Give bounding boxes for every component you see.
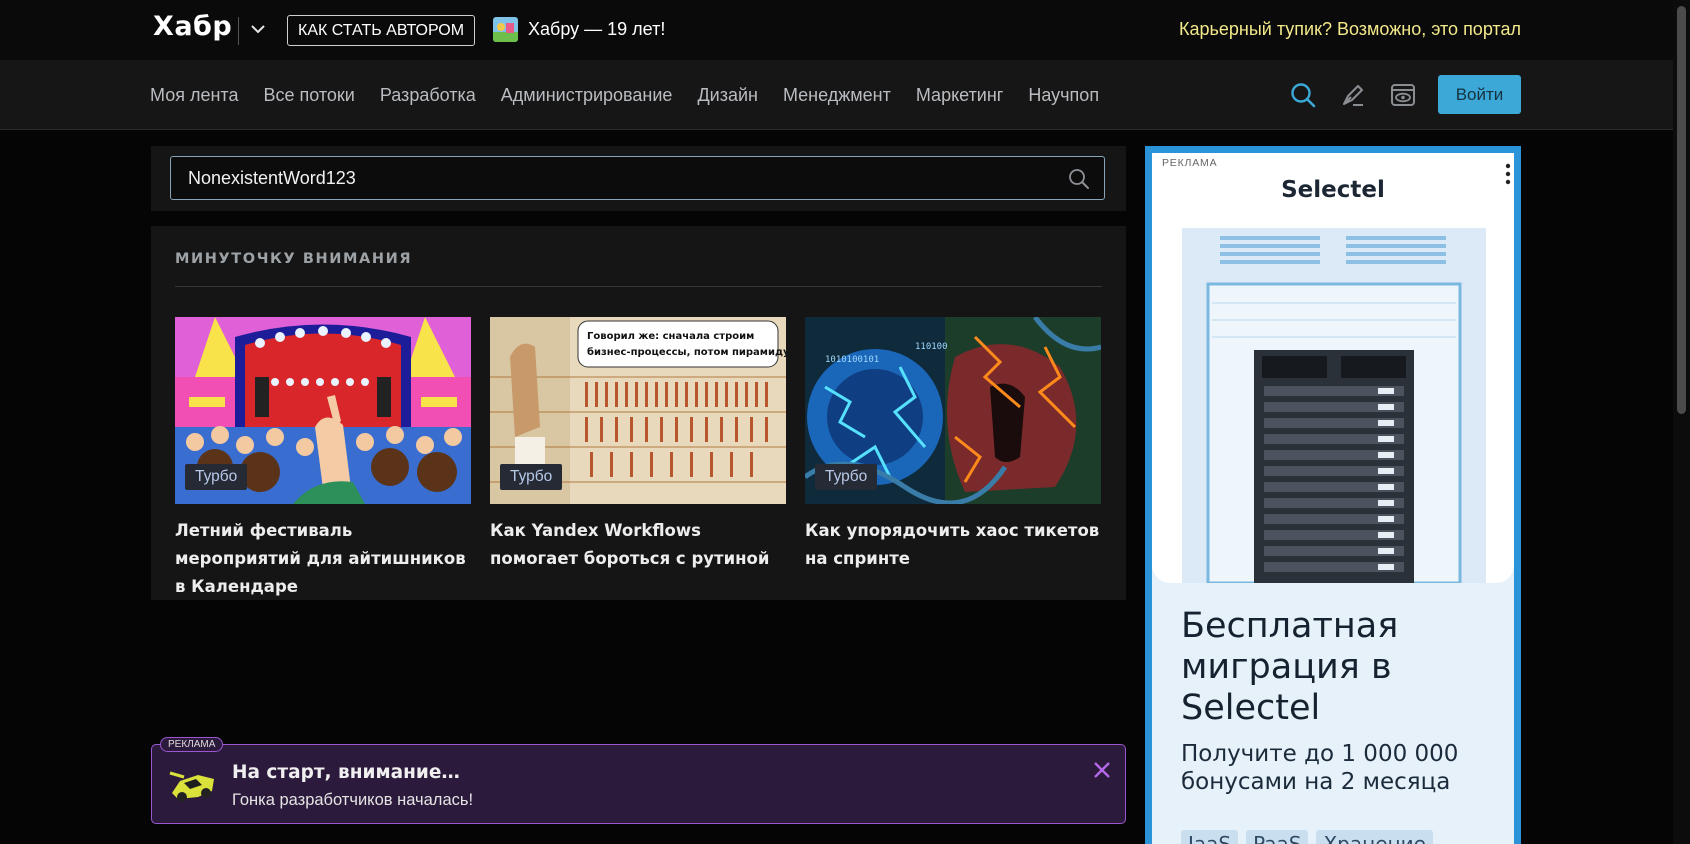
festival-image[interactable]: Турбо	[175, 317, 471, 504]
bubble-line-1: Говорил же: сначала строим	[587, 331, 754, 342]
habr-logo[interactable]: Хабр	[153, 11, 232, 42]
attention-block: МИНУТОЧКУ ВНИМАНИЯ Турбо Летний фестивал…	[151, 226, 1126, 600]
turbo-badge: Турбо	[185, 464, 248, 490]
ad-visual: РЕКЛАМА Selectel	[1152, 153, 1514, 583]
ad-label: РЕКЛАМА	[1162, 157, 1218, 169]
bubble-line-2: бизнес-процессы, потом пирамиду.	[587, 346, 786, 358]
nav-item-management[interactable]: Менеджмент	[783, 85, 891, 106]
nav-item-development[interactable]: Разработка	[380, 85, 476, 106]
anniversary-link[interactable]: Хабру — 19 лет!	[528, 19, 665, 40]
login-button[interactable]: Войти	[1438, 75, 1521, 114]
logo-divider	[238, 17, 239, 45]
ad-banner-title: На старт, внимание…	[232, 762, 460, 783]
card-title[interactable]: Как упорядочить хаос тикетов на спринте	[805, 517, 1101, 573]
anniversary-icon[interactable]	[493, 17, 518, 42]
ad-subtext: Получите до 1 000 000 бонусами на 2 меся…	[1181, 741, 1459, 795]
nav-items: Моя лента Все потоки Разработка Админист…	[150, 85, 1124, 106]
nav-item-my-feed[interactable]: Моя лента	[150, 85, 238, 106]
ad-label: РЕКЛАМА	[160, 737, 224, 752]
promo-card[interactable]: 110100 1010100101 Турбо Как упорядочить …	[805, 317, 1101, 573]
promo-card[interactable]: Турбо Летний фестиваль мероприятий для а…	[175, 317, 471, 601]
brand-logo: Selectel	[1281, 177, 1385, 203]
display-settings-icon[interactable]	[1390, 82, 1416, 108]
become-author-button[interactable]: КАК СТАТЬ АВТОРОМ	[287, 15, 476, 46]
search-panel	[151, 146, 1126, 211]
main-nav: Моя лента Все потоки Разработка Админист…	[0, 60, 1673, 130]
attention-title: МИНУТОЧКУ ВНИМАНИЯ	[175, 251, 413, 267]
server-rack-illustration	[1182, 228, 1486, 583]
nav-item-administration[interactable]: Администрирование	[501, 85, 673, 106]
promo-card[interactable]: Говорил же: сначала строим бизнес-процес…	[490, 317, 786, 573]
ad-banner[interactable]: РЕКЛАМА На старт, внимание… Гонка разраб…	[151, 737, 1126, 824]
search-icon[interactable]	[1290, 82, 1316, 108]
svg-text:1010100101: 1010100101	[825, 355, 879, 365]
card-title[interactable]: Летний фестиваль мероприятий для айтишни…	[175, 517, 471, 601]
career-promo-link[interactable]: Карьерный тупик? Возможно, это портал	[1179, 19, 1521, 40]
turbo-badge: Турбо	[500, 464, 563, 490]
search-input[interactable]	[170, 156, 1105, 200]
ad-tag: IaaS	[1181, 830, 1239, 844]
write-post-icon[interactable]	[1340, 82, 1366, 108]
search-submit-icon[interactable]	[1068, 168, 1090, 190]
nav-item-marketing[interactable]: Маркетинг	[916, 85, 1004, 106]
ad-tags: IaaS PaaS Хранение	[1181, 830, 1433, 844]
ad-headline: Бесплатная миграция в Selectel	[1181, 606, 1399, 728]
divider	[175, 286, 1102, 287]
nav-item-all-streams[interactable]: Все потоки	[263, 85, 354, 106]
tickets-chaos-image[interactable]: 110100 1010100101 Турбо	[805, 317, 1101, 504]
page-scrollbar[interactable]	[1673, 0, 1690, 844]
race-car-icon	[169, 771, 214, 802]
ad-tag: PaaS	[1246, 830, 1309, 844]
sidebar-ad[interactable]: РЕКЛАМА Selectel Бесплатная миграция в S…	[1145, 146, 1521, 844]
top-bar: Хабр КАК СТАТЬ АВТОРОМ Хабру — 19 лет! К…	[0, 0, 1673, 60]
ad-tag: Хранение	[1316, 830, 1433, 844]
scrollbar-thumb[interactable]	[1677, 6, 1686, 414]
card-title[interactable]: Как Yandex Workflows помогает бороться с…	[490, 517, 786, 573]
close-icon[interactable]	[1091, 759, 1113, 781]
chevron-down-icon[interactable]	[248, 19, 268, 39]
ad-banner-subtitle: Гонка разработчиков началась!	[232, 791, 474, 809]
nav-item-design[interactable]: Дизайн	[697, 85, 758, 106]
turbo-badge: Турбо	[815, 464, 878, 490]
nav-item-popsci[interactable]: Научпоп	[1028, 85, 1099, 106]
svg-text:110100: 110100	[915, 342, 948, 352]
pyramid-image[interactable]: Говорил же: сначала строим бизнес-процес…	[490, 317, 786, 504]
